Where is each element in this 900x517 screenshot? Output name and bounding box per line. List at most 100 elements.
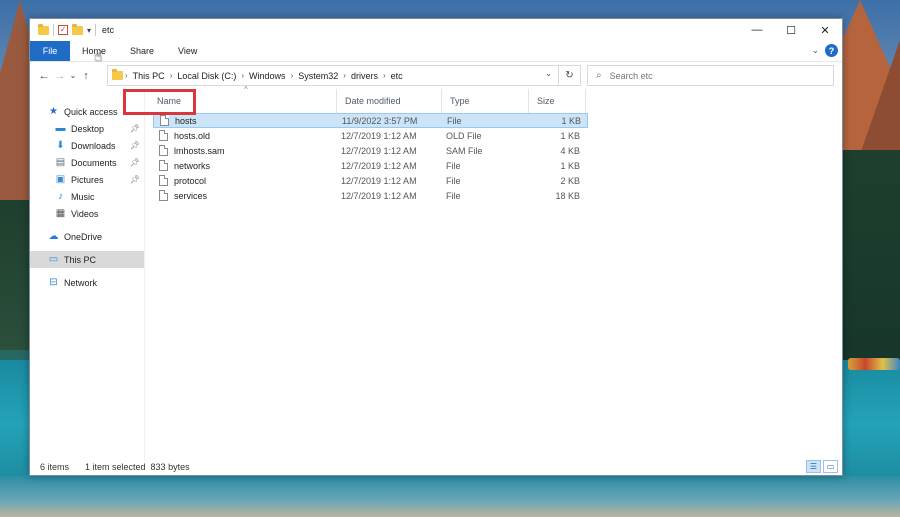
- sidebar-item-onedrive[interactable]: ☁ OneDrive: [30, 228, 144, 245]
- refresh-icon[interactable]: ↻: [558, 66, 580, 85]
- table-row[interactable]: networks 12/7/2019 1:12 AM File 1 KB: [153, 158, 588, 173]
- address-bar[interactable]: › This PC › Local Disk (C:) › Windows › …: [107, 65, 581, 86]
- status-bar: 6 items 1 item selected 833 bytes ☰ ▭: [30, 459, 842, 475]
- chevron-right-icon[interactable]: ›: [170, 71, 173, 80]
- tab-share[interactable]: Share: [118, 41, 166, 61]
- breadcrumb-drivers[interactable]: drivers: [351, 71, 378, 81]
- canoes: [848, 358, 900, 370]
- table-row[interactable]: lmhosts.sam 12/7/2019 1:12 AM SAM File 4…: [153, 143, 588, 158]
- toolbar-divider: [95, 24, 97, 36]
- breadcrumb-system32[interactable]: System32: [298, 71, 338, 81]
- pin-icon[interactable]: 📌︎: [130, 158, 140, 167]
- pin-icon[interactable]: 📌︎: [130, 175, 140, 184]
- details-view-icon[interactable]: ☰: [806, 460, 821, 473]
- chevron-right-icon[interactable]: ›: [291, 71, 294, 80]
- expand-ribbon-icon[interactable]: ⌄: [811, 45, 819, 56]
- chevron-right-icon[interactable]: ›: [383, 71, 386, 80]
- file-name: hosts.old: [174, 130, 211, 141]
- column-header-size[interactable]: Size: [529, 89, 586, 113]
- maximize-button[interactable]: ☐: [774, 19, 808, 41]
- selection-info: 1 item selected 833 bytes: [85, 462, 190, 472]
- sidebar-item-downloads[interactable]: ⬇ Downloads 📌︎: [30, 137, 144, 154]
- file-date: 11/9/2022 3:57 PM: [342, 115, 418, 126]
- navigation-bar: ← → ⌄ ↑ › This PC › Local Disk (C:) › Wi…: [30, 61, 842, 89]
- star-icon: ★: [49, 106, 58, 117]
- sidebar-item-network[interactable]: ⊟ Network: [30, 274, 144, 291]
- sidebar-item-label: Downloads: [71, 140, 116, 151]
- properties-icon[interactable]: ✓: [58, 25, 68, 35]
- customize-toolbar-icon[interactable]: ▾: [87, 26, 91, 35]
- videos-icon: ▦: [55, 208, 66, 219]
- quick-access-toolbar: ✓ ▾: [38, 23, 97, 36]
- pin-icon[interactable]: 📌︎: [130, 141, 140, 150]
- breadcrumb-this-pc[interactable]: This PC: [133, 71, 165, 81]
- recent-locations-icon[interactable]: ⌄: [68, 71, 78, 80]
- large-icons-view-icon[interactable]: ▭: [823, 460, 838, 473]
- table-row[interactable]: hosts 11/9/2022 3:57 PM File 1 KB: [153, 113, 588, 128]
- file-date: 12/7/2019 1:12 AM: [341, 145, 417, 156]
- forest-left: [0, 200, 30, 350]
- forward-arrow-icon[interactable]: →: [52, 70, 68, 82]
- file-icon: [159, 130, 168, 141]
- file-date: 12/7/2019 1:12 AM: [341, 190, 417, 201]
- file-icon: [159, 175, 168, 186]
- file-type: File: [446, 175, 461, 186]
- column-header-row: ^ Name Date modified Type Size: [145, 85, 842, 113]
- breadcrumb-local-disk[interactable]: Local Disk (C:): [177, 71, 236, 81]
- table-row[interactable]: protocol 12/7/2019 1:12 AM File 2 KB: [153, 173, 588, 188]
- sidebar-item-label: Videos: [71, 208, 99, 219]
- back-arrow-icon[interactable]: ←: [36, 70, 52, 82]
- close-button[interactable]: ✕: [808, 19, 842, 41]
- file-date: 12/7/2019 1:12 AM: [341, 160, 417, 171]
- sidebar-item-pictures[interactable]: ▣ Pictures 📌︎: [30, 171, 144, 188]
- computer-icon: ▭: [48, 254, 59, 265]
- file-name: hosts: [175, 115, 197, 126]
- breadcrumb-windows[interactable]: Windows: [249, 71, 286, 81]
- table-row[interactable]: services 12/7/2019 1:12 AM File 18 KB: [153, 188, 588, 203]
- chevron-right-icon[interactable]: ›: [125, 71, 128, 80]
- sidebar-item-label: Network: [64, 277, 98, 288]
- file-type: File: [446, 160, 461, 171]
- file-type: File: [447, 115, 462, 126]
- chevron-right-icon[interactable]: ›: [343, 71, 346, 80]
- sidebar-item-label: Pictures: [71, 174, 104, 185]
- file-name-cell: lmhosts.sam: [153, 145, 341, 156]
- tab-view[interactable]: View: [166, 41, 209, 61]
- sidebar-item-music[interactable]: ♪ Music: [30, 188, 144, 205]
- help-icon[interactable]: ?: [825, 44, 838, 57]
- new-folder-icon[interactable]: [72, 23, 83, 35]
- up-arrow-icon[interactable]: ↑: [78, 70, 94, 82]
- file-size: 4 KB: [560, 145, 580, 156]
- sidebar-item-desktop[interactable]: ▬ Desktop 📌︎: [30, 120, 144, 137]
- explorer-body: ★ Quick access ▬ Desktop 📌︎ ⬇ Downloads …: [30, 85, 842, 461]
- sidebar-item-videos[interactable]: ▦ Videos: [30, 205, 144, 222]
- file-size: 1 KB: [561, 115, 581, 126]
- ribbon-tabs: File Home Share View ⌄ ?: [30, 41, 842, 61]
- ribbon-right: ⌄ ?: [811, 44, 838, 57]
- search-box[interactable]: ⌕: [587, 65, 834, 86]
- file-name-cell: networks: [153, 160, 341, 171]
- file-type: OLD File: [446, 130, 482, 141]
- file-icon: [159, 145, 168, 156]
- lake-shore: [0, 476, 900, 517]
- pin-icon[interactable]: 📌︎: [130, 124, 140, 133]
- chevron-right-icon[interactable]: ›: [241, 71, 244, 80]
- file-name: networks: [174, 160, 211, 171]
- toolbar-divider: [53, 24, 54, 36]
- network-icon: ⊟: [49, 277, 58, 288]
- search-input[interactable]: [609, 70, 810, 81]
- file-name: services: [174, 190, 208, 201]
- table-row[interactable]: hosts.old 12/7/2019 1:12 AM OLD File 1 K…: [153, 128, 588, 143]
- minimize-button[interactable]: —: [740, 19, 774, 41]
- column-header-type[interactable]: Type: [442, 89, 529, 113]
- sidebar-item-this-pc[interactable]: ▭ This PC: [30, 251, 144, 268]
- sidebar-item-documents[interactable]: ▤ Documents 📌︎: [30, 154, 144, 171]
- file-explorer-window: ✓ ▾ etc — ☐ ✕ File Home Share View ⌄ ? ←…: [29, 18, 843, 476]
- title-bar: ✓ ▾ etc — ☐ ✕: [30, 19, 842, 41]
- column-header-date-modified[interactable]: Date modified: [337, 89, 442, 113]
- tab-file[interactable]: File: [30, 41, 70, 61]
- window-title: etc: [102, 25, 115, 35]
- breadcrumb-etc[interactable]: etc: [391, 71, 403, 81]
- sidebar-item-label: Documents: [71, 157, 117, 168]
- address-dropdown-icon[interactable]: ⌄: [545, 69, 552, 78]
